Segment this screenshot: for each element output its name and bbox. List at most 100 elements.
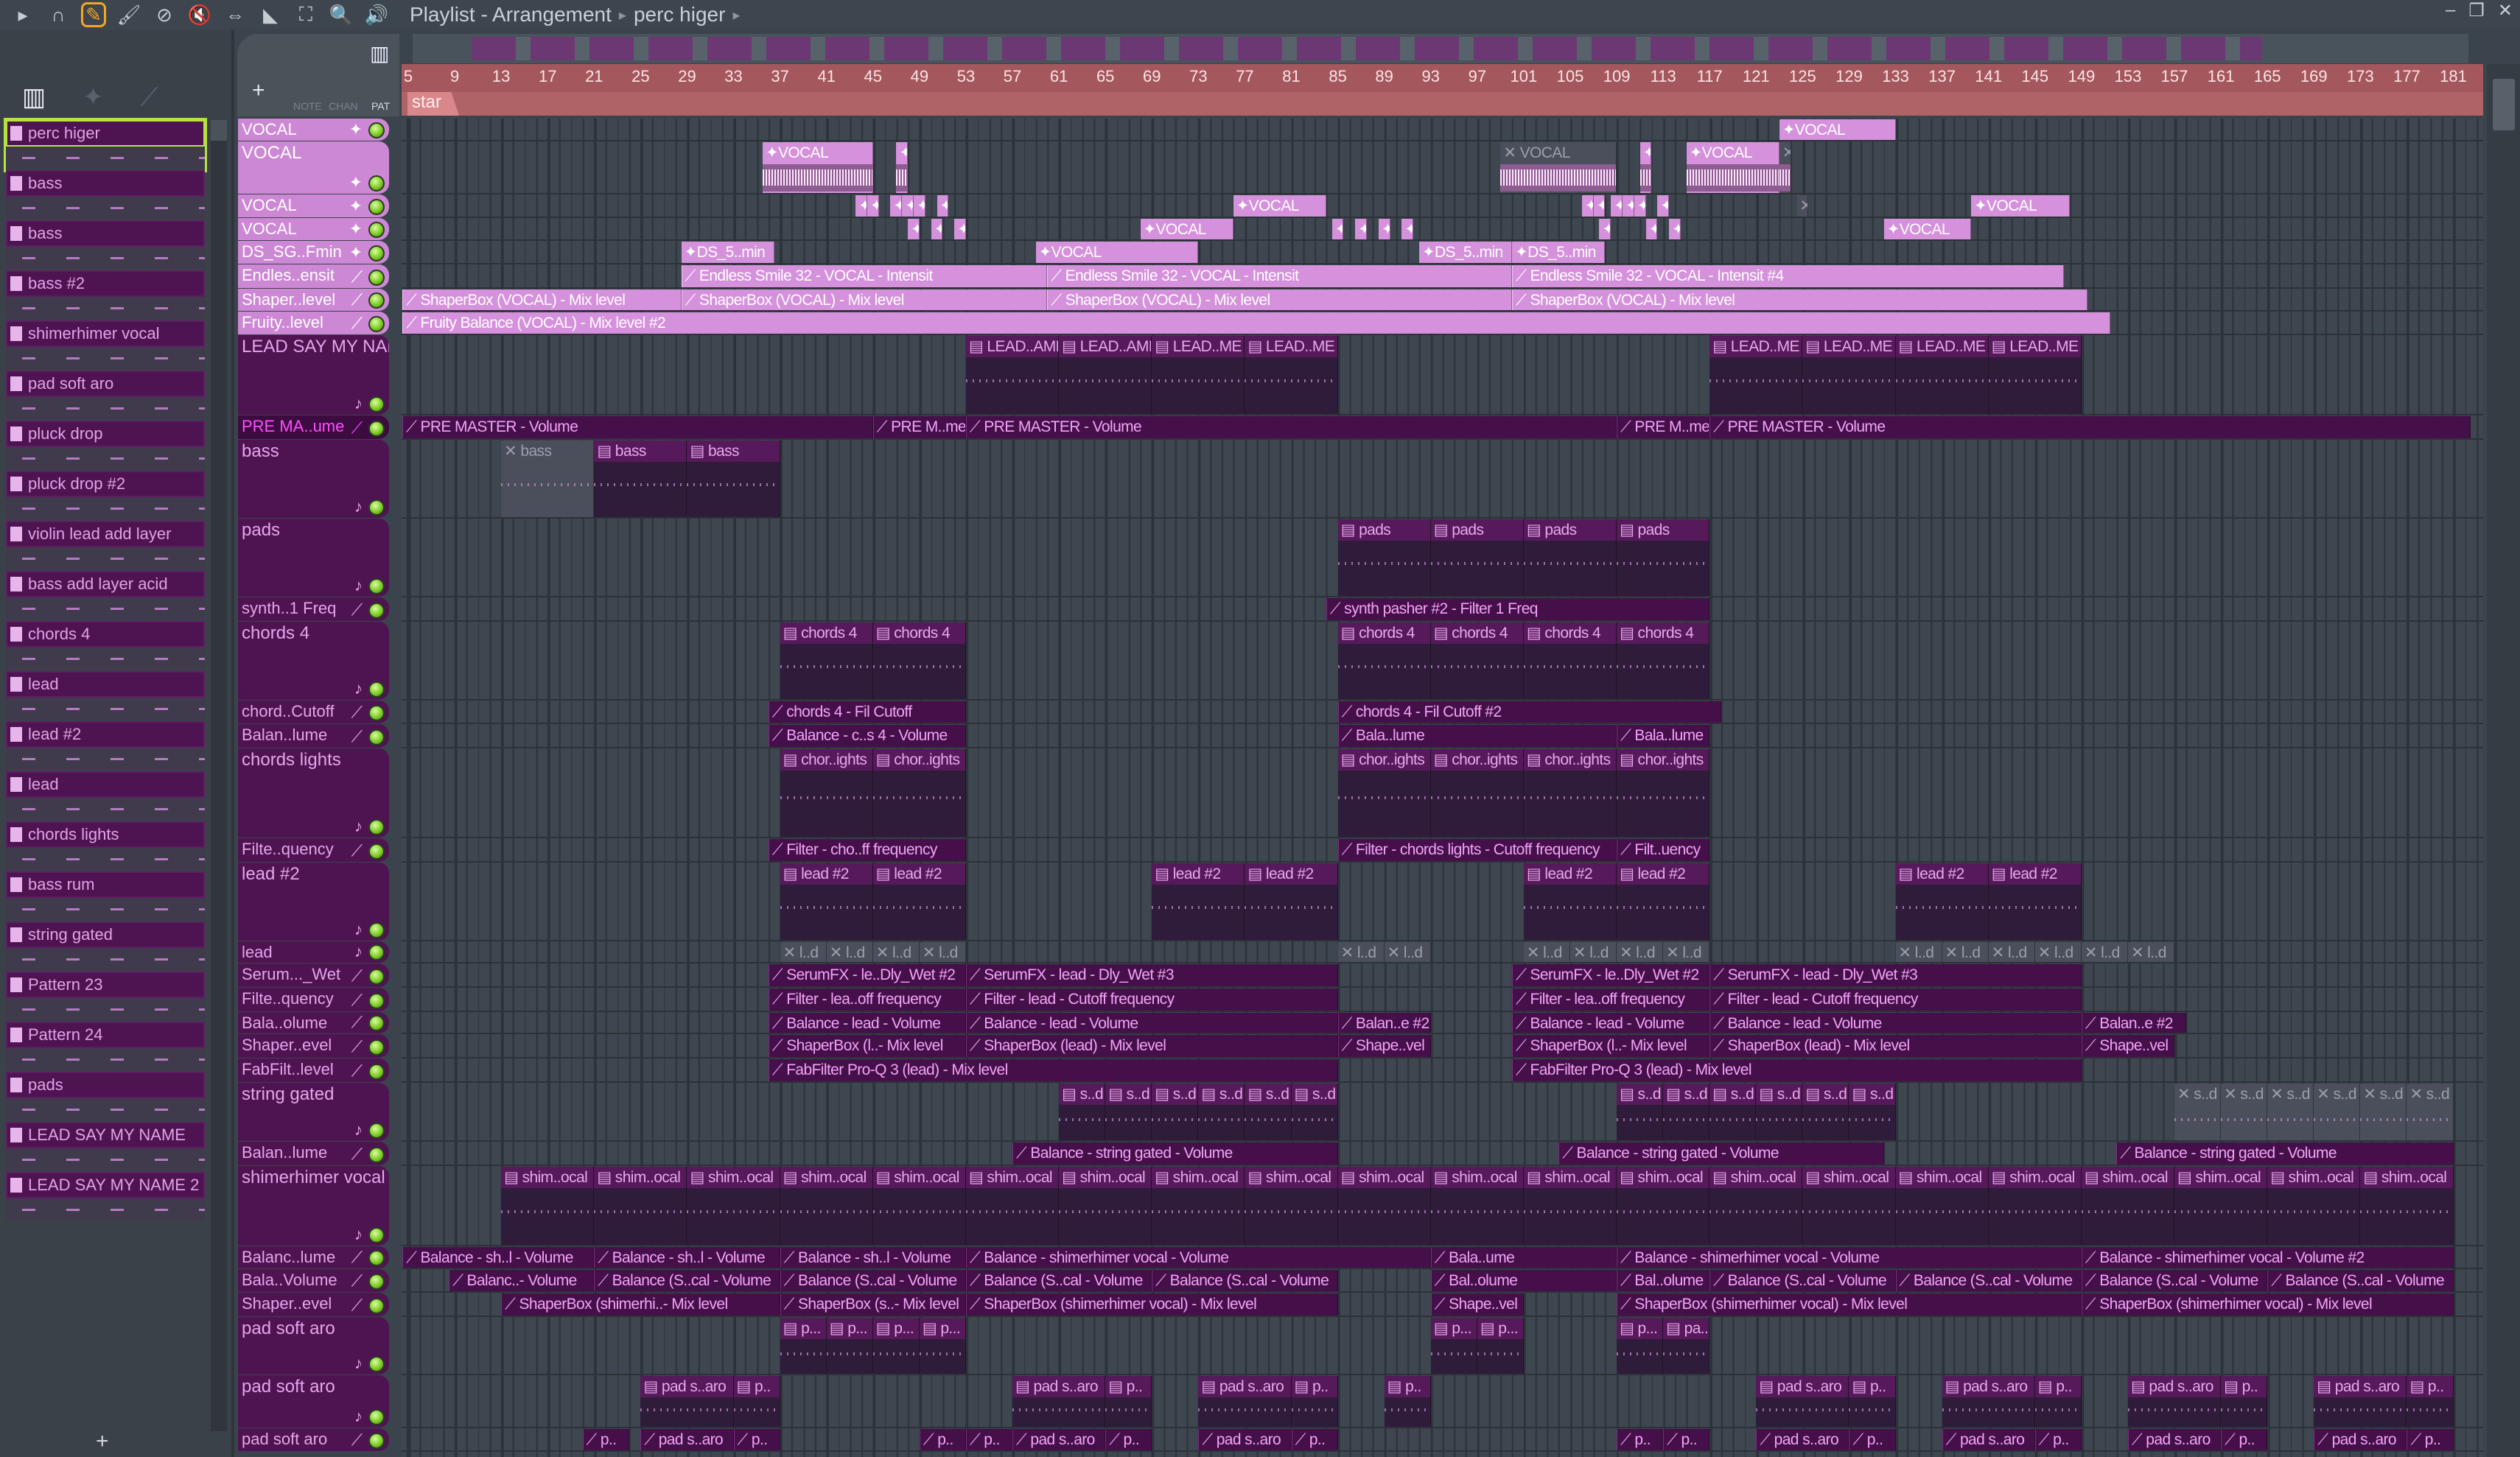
clip[interactable]: ✦ [937, 194, 949, 217]
clip[interactable]: ✕ bass [501, 440, 595, 518]
track-enable-toggle[interactable] [368, 1433, 385, 1450]
clip[interactable]: ⟋ Balance (S..cal - Volume [2081, 1269, 2268, 1292]
track-header[interactable]: Filte..quency ⟋ [238, 838, 389, 862]
clip[interactable]: ⟋ Filter - lea..off frequency [1512, 988, 1710, 1011]
clip[interactable]: ▤ shim..ocal [2174, 1167, 2268, 1246]
clip[interactable]: ✦ [1657, 194, 1670, 217]
clip[interactable]: ▤ shim..ocal [2081, 1167, 2175, 1246]
clip[interactable]: ✦VOCAL [1971, 194, 2071, 217]
track-enable-toggle[interactable] [368, 921, 385, 938]
clip[interactable]: ✦ [1331, 219, 1344, 239]
clip[interactable]: ▤ p... [780, 1318, 827, 1374]
clip[interactable]: ⟋ SerumFX - le..Dly_Wet #2 [768, 964, 966, 986]
clip[interactable]: ▤ chords 4 [780, 622, 873, 699]
clip[interactable]: ▤ p... [872, 1318, 920, 1374]
clip[interactable]: ✕ s..d [2314, 1083, 2361, 1141]
clip[interactable]: ▤ lead #2 [1152, 863, 1245, 940]
clip[interactable]: ▤ p.. [1105, 1375, 1152, 1427]
pattern-item[interactable]: bass rum [6, 871, 205, 921]
marker-star[interactable]: star [407, 92, 460, 116]
clip[interactable]: ▤ s..d [1756, 1083, 1803, 1141]
clip[interactable]: ⟋ PRE MASTER - Volume [1709, 416, 2471, 439]
clip[interactable]: ▤ s..d [1105, 1083, 1152, 1141]
clip[interactable]: ▤ pad s..aro [640, 1375, 734, 1427]
clip[interactable]: ▤ chor..ights [1617, 748, 1710, 838]
pattern-item[interactable]: chords lights [6, 821, 205, 871]
clip[interactable]: ⟋ chords 4 - Fil Cutoff [768, 701, 966, 723]
clip[interactable]: ⟋ p.. [1617, 1428, 1664, 1451]
clip[interactable]: ✕ [1779, 141, 1791, 193]
mute-icon[interactable]: 🔇 [187, 2, 212, 27]
track-header[interactable]: Fruity..level ⟋ [238, 311, 389, 335]
clip[interactable]: ⟋ Balance (S..cal - Volume [780, 1269, 966, 1292]
track-header[interactable]: Balanc..lume ⟋ [238, 1246, 389, 1268]
track-header[interactable]: Serum..._Wet ⟋ [238, 963, 389, 987]
pattern-item[interactable]: pluck drop #2 [6, 471, 205, 521]
clip[interactable]: ▤ shim..ocal [2360, 1167, 2454, 1246]
clip[interactable]: ✦ [890, 194, 903, 217]
clip[interactable]: ▤ bass [594, 440, 687, 518]
clip[interactable]: ▤ shim..ocal [872, 1167, 966, 1246]
clip[interactable]: ✦ [1581, 194, 1594, 217]
clip[interactable]: ⟋ p.. [733, 1428, 780, 1451]
track-enable-toggle[interactable] [368, 705, 385, 722]
clip[interactable]: ▤ s..d [1059, 1083, 1106, 1141]
clip[interactable]: ✦ [908, 219, 920, 239]
clip[interactable]: ▤ p.. [733, 1375, 780, 1427]
pattern-item[interactable]: lead [6, 771, 205, 821]
clip[interactable]: ▤ p.. [2034, 1375, 2082, 1427]
clip[interactable]: ▤ pads [1337, 519, 1431, 596]
clip[interactable]: ✦ [867, 194, 879, 217]
clip[interactable]: ✕ [1796, 194, 1809, 217]
clip[interactable]: ▤ chords 4 [1337, 622, 1431, 699]
clip[interactable]: ⟋ Balance (S..cal - Volume [1895, 1269, 2082, 1292]
pattern-item[interactable]: string gated [6, 921, 205, 972]
marker-lane[interactable]: star [402, 92, 2483, 116]
track-enable-toggle[interactable] [368, 270, 385, 287]
track-header[interactable]: Balan..lume ⟋ [238, 724, 389, 748]
clip[interactable]: ⟋ ShaperBox (shimerhi..- Mix level [501, 1293, 780, 1316]
track-enable-toggle[interactable] [368, 1039, 385, 1056]
clip[interactable]: ⟋ pad s..aro [1198, 1428, 1292, 1451]
clip[interactable]: ⟋ p.. [1291, 1428, 1338, 1451]
clip[interactable]: ✕ s..d [2174, 1083, 2222, 1141]
clip[interactable]: ⟋ Balance - sh..l - Volume [594, 1247, 780, 1268]
track-header[interactable]: pad soft aro ♪ [238, 1375, 389, 1428]
track-enable-toggle[interactable] [368, 1063, 385, 1080]
clip[interactable]: ▤ p... [826, 1318, 873, 1374]
close-button[interactable]: ✕ [2498, 0, 2513, 21]
clip[interactable]: ⟋ p.. [2407, 1428, 2454, 1451]
pattern-item[interactable]: bass add layer acid [6, 571, 205, 621]
clip[interactable]: ⟋ ShaperBox (lead) - Mix level [965, 1035, 1338, 1057]
clip[interactable]: ✦ [902, 194, 914, 217]
clip[interactable]: ⟋ Filt..uency [1617, 839, 1710, 861]
track-enable-toggle[interactable] [368, 944, 385, 961]
track-enable-toggle[interactable] [368, 292, 385, 309]
clip[interactable]: ▤ chor..ights [1430, 748, 1524, 838]
clip[interactable]: ▤ chords 4 [872, 622, 966, 699]
track-header[interactable]: lead ♪ [238, 941, 389, 963]
track-header[interactable]: chord..Cutoff ⟋ [238, 700, 389, 724]
clip[interactable]: ⟋ ShaperBox (VOCAL) - Mix level [681, 289, 1048, 310]
clip[interactable]: ⟋ p.. [1849, 1428, 1896, 1451]
clip[interactable]: ▤ shim..ocal [1337, 1167, 1431, 1246]
clip[interactable]: ⟋ Bala..ume [1430, 1247, 1617, 1268]
clip[interactable]: ⟋ ShaperBox (shimerhimer vocal) - Mix le… [2081, 1293, 2454, 1316]
pattern-item[interactable]: LEAD SAY MY NAME 2 [6, 1172, 205, 1222]
clip[interactable]: ▤ chords 4 [1617, 622, 1710, 699]
add-track-button[interactable]: + [252, 78, 265, 103]
clip[interactable]: ⟋ Shape..vel [1337, 1035, 1431, 1057]
pattern-item[interactable]: bass #2 [6, 270, 205, 320]
clip[interactable]: ⟋ ShaperBox (shimerhimer vocal) - Mix le… [1617, 1293, 2082, 1316]
clip[interactable]: ▤ p.. [2221, 1375, 2268, 1427]
clip[interactable]: ⟋ Shape..vel [2081, 1035, 2175, 1057]
clip[interactable]: ✦ [954, 219, 966, 239]
track-header[interactable]: Bala..Volume ⟋ [238, 1268, 389, 1293]
clip[interactable]: ✦ [1355, 219, 1368, 239]
clip[interactable]: ▤ s..d [1802, 1083, 1849, 1141]
track-enable-toggle[interactable] [368, 1015, 385, 1032]
clip[interactable]: ▤ LEAD..AME [1059, 336, 1152, 415]
clip[interactable]: ✕ l..d [1942, 941, 1989, 963]
clip[interactable]: ✕ l..d [826, 941, 873, 963]
clip[interactable]: ⟋ Balance - sh..l - Volume [402, 1247, 595, 1268]
